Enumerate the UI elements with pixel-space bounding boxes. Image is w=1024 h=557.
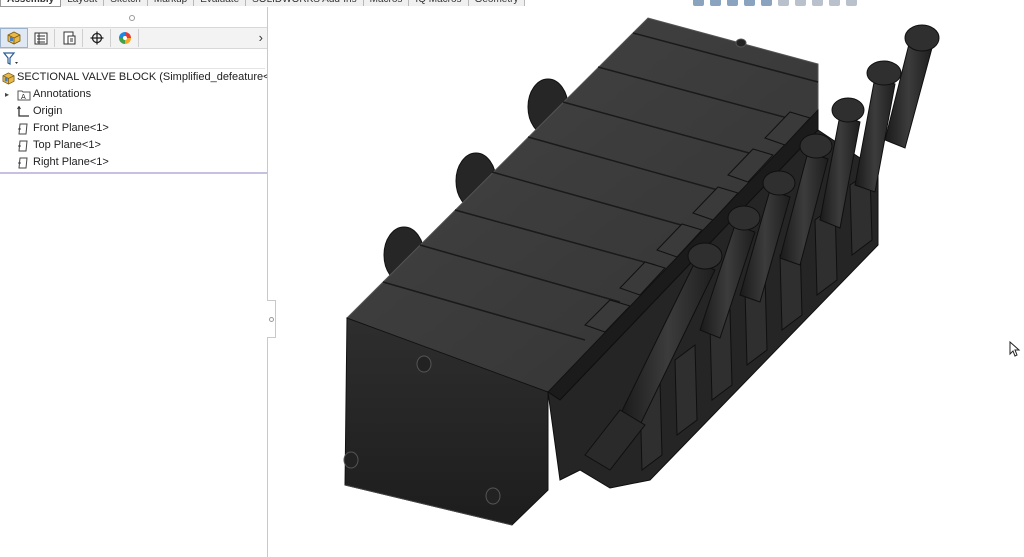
tree-item-label: Right Plane<1> [33, 156, 109, 168]
panel-splitter-handle[interactable] [267, 300, 276, 338]
configuration-manager-tab[interactable] [56, 29, 83, 47]
rollback-bar[interactable] [0, 172, 267, 174]
command-tab[interactable]: Evaluate [194, 0, 247, 6]
splitter-grip-icon [269, 317, 274, 322]
crosshair-icon [90, 31, 104, 45]
feature-tree: SECTIONAL VALVE BLOCK (Simplified_defeat… [0, 69, 267, 171]
command-tab[interactable]: Layout [61, 0, 105, 6]
tree-root-label: SECTIONAL VALVE BLOCK (Simplified_defeat… [17, 71, 267, 83]
tree-item-front-plane[interactable]: Front Plane<1> [0, 120, 267, 137]
assembly-cube-icon [7, 31, 21, 45]
plane-icon [18, 123, 28, 135]
tree-item-label: Origin [33, 105, 63, 117]
configuration-icon [63, 31, 75, 45]
dimxpert-manager-tab[interactable] [84, 29, 111, 47]
tree-item-top-plane[interactable]: Top Plane<1> [0, 137, 267, 154]
svg-text:A: A [21, 93, 26, 101]
panel-tabs-scroll-right-icon[interactable]: › [259, 30, 263, 45]
assembly-root-icon [2, 72, 15, 85]
command-tab[interactable]: Assembly [0, 0, 62, 7]
feature-filter-row [0, 50, 267, 69]
tree-item-annotations[interactable]: ▸ A Annotations [0, 86, 267, 103]
tree-item-label: Top Plane<1> [33, 139, 101, 151]
annotations-folder-icon: A [17, 90, 31, 101]
property-manager-tab[interactable] [28, 29, 55, 47]
panel-tab-bar: › [0, 27, 267, 49]
tree-root-assembly[interactable]: SECTIONAL VALVE BLOCK (Simplified_defeat… [0, 69, 267, 86]
panel-grip-icon[interactable] [129, 15, 135, 21]
tree-item-label: Front Plane<1> [33, 122, 109, 134]
graphics-area[interactable] [276, 0, 1024, 557]
valve-block-3d-model[interactable] [276, 0, 1024, 557]
feature-manager-tab[interactable] [0, 28, 28, 48]
tree-item-right-plane[interactable]: Right Plane<1> [0, 154, 267, 171]
color-wheel-icon [119, 32, 131, 44]
filter-funnel-icon[interactable] [3, 52, 19, 66]
tree-item-label: Annotations [33, 88, 92, 100]
origin-icon [17, 106, 29, 117]
feature-manager-panel: › SECTIONAL VALVE BLOCK (Simplified_defe… [0, 7, 268, 557]
command-tab[interactable]: Markup [147, 0, 195, 6]
command-tab[interactable]: Sketch [104, 0, 148, 6]
plane-icon [18, 140, 28, 152]
property-list-icon [34, 32, 48, 44]
plane-icon [18, 157, 28, 169]
tree-item-origin[interactable]: Origin [0, 103, 267, 120]
expand-arrow-icon[interactable]: ▸ [5, 86, 9, 103]
feature-filter-field[interactable] [0, 50, 265, 69]
display-manager-tab[interactable] [112, 29, 139, 47]
mouse-cursor-icon [1009, 341, 1021, 357]
